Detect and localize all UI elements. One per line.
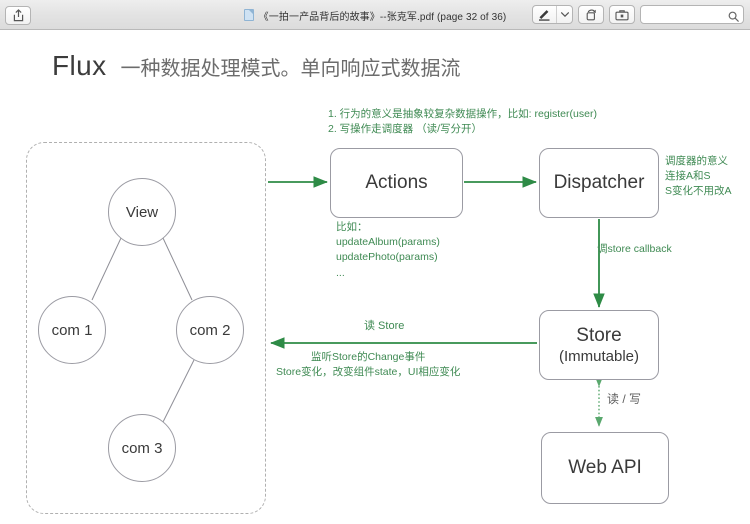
page-title-main: Flux	[52, 50, 107, 81]
window-toolbar: 《一拍一产品背后的故事》--张克军.pdf (page 32 of 36)	[0, 0, 750, 30]
annotation-actions-example: 比如： updateAlbum(params) updatePhoto(para…	[336, 221, 440, 279]
node-dispatcher: Dispatcher	[539, 148, 659, 218]
node-com-3-label: com 3	[121, 439, 163, 457]
node-com-3: com 3	[108, 414, 176, 482]
node-store: Store (Immutable)	[539, 310, 659, 380]
annotation-read-store: 读 Store	[364, 320, 405, 332]
node-com-2: com 2	[176, 296, 244, 364]
markup-pen-button[interactable]	[533, 6, 557, 23]
node-store-label: Store	[576, 324, 622, 346]
annotation-actions-rules: 1. 行为的意义是抽象较复杂数据操作，比如: register(user) 2.…	[328, 108, 597, 136]
node-actions-label: Actions	[365, 172, 428, 194]
node-com-1: com 1	[38, 296, 106, 364]
node-web-api-label: Web API	[568, 457, 642, 479]
share-icon	[13, 9, 23, 22]
search-field[interactable]	[640, 5, 744, 24]
rotate-icon	[586, 9, 596, 21]
chevron-down-icon	[560, 12, 569, 17]
page-title: Flux 一种数据处理模式。单向响应式数据流	[52, 50, 461, 82]
node-view-label: View	[125, 203, 159, 221]
pdf-document-icon	[243, 9, 254, 21]
annotation-dispatcher-meaning: 调度器的意义 连接A和S S变化不用改A	[665, 155, 732, 198]
window-title: 《一拍一产品背后的故事》--张克军.pdf (page 32 of 36)	[258, 11, 507, 23]
rotate-button[interactable]	[578, 5, 604, 24]
node-store-sublabel: (Immutable)	[558, 347, 640, 365]
search-icon	[728, 9, 739, 27]
annotation-read-write: 读 / 写	[607, 392, 642, 406]
node-actions: Actions	[330, 148, 463, 218]
node-view: View	[108, 178, 176, 246]
node-com-1-label: com 1	[51, 321, 93, 339]
toolkit-button[interactable]	[609, 5, 635, 24]
markup-dropdown-button[interactable]	[557, 6, 572, 23]
node-web-api: Web API	[541, 432, 669, 504]
page-title-sub: 一种数据处理模式。单向响应式数据流	[120, 58, 461, 80]
node-dispatcher-label: Dispatcher	[553, 172, 645, 194]
markup-pen-icon	[539, 9, 550, 21]
share-button[interactable]	[5, 6, 31, 25]
annotation-store-callback: 调store callback	[597, 243, 672, 255]
toolbar-right-group	[532, 5, 744, 24]
pdf-page: Flux 一种数据处理模式。单向响应式数据流 View com 1 com 2 …	[0, 30, 750, 524]
markup-tool-group[interactable]	[532, 5, 573, 24]
annotation-listen-change: 监听Store的Change事件 Store变化，改变组件state，UI相应变…	[276, 351, 461, 379]
search-input[interactable]	[646, 6, 734, 23]
toolbox-icon	[615, 9, 629, 20]
node-com-2-label: com 2	[189, 321, 231, 339]
pdf-viewer-window: 《一拍一产品背后的故事》--张克军.pdf (page 32 of 36) Fl…	[0, 0, 750, 524]
